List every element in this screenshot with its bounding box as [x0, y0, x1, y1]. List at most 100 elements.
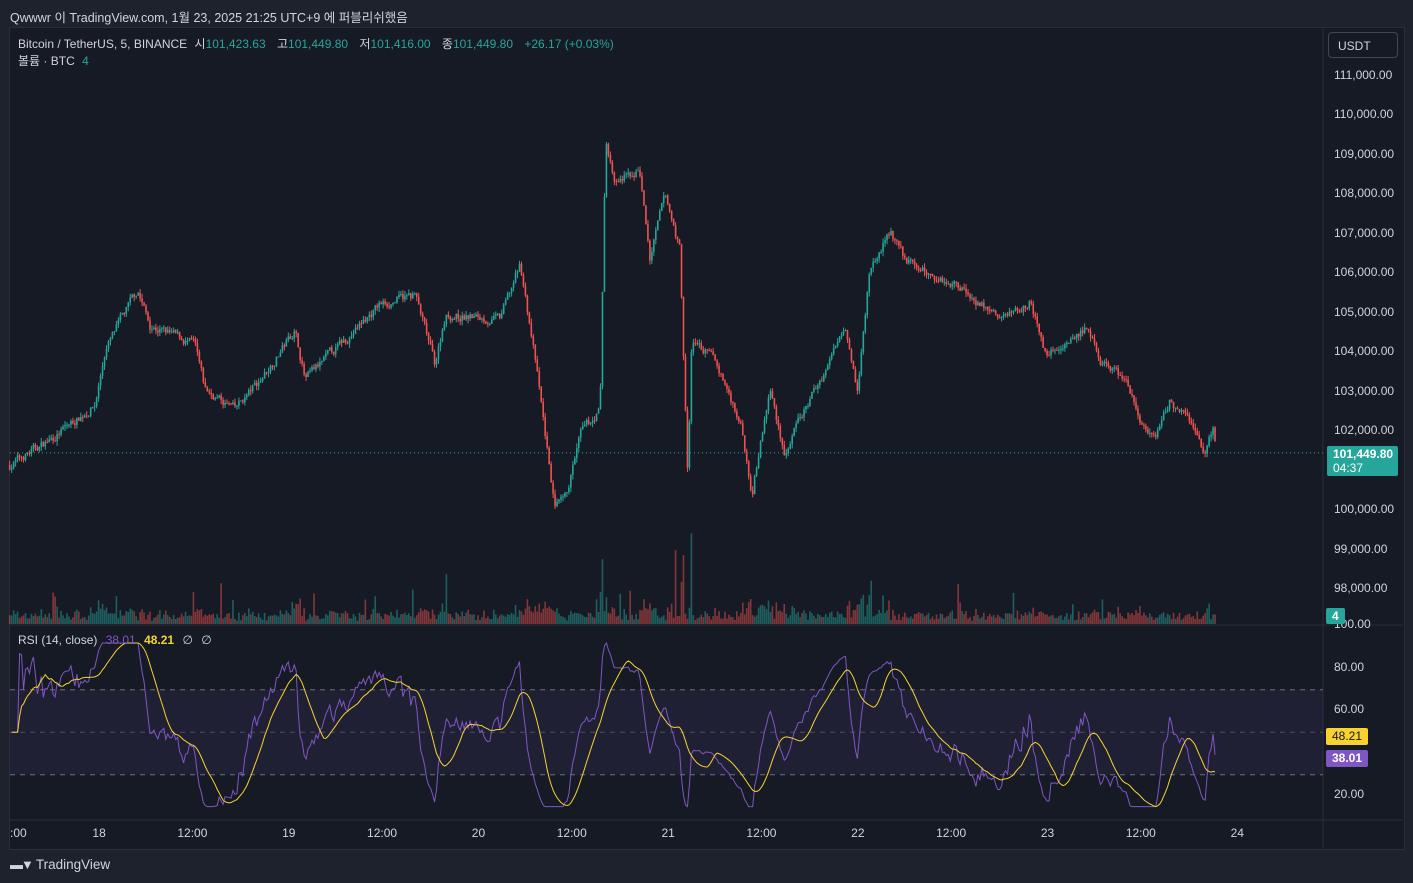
volume-bar	[281, 613, 284, 624]
candle-body	[1180, 410, 1183, 412]
candle-body	[315, 364, 317, 370]
candle-body	[927, 273, 930, 275]
candle-body	[10, 467, 13, 470]
volume-bar	[508, 614, 511, 624]
candle-body	[155, 327, 157, 331]
candle-body	[824, 370, 827, 376]
candle-body	[257, 382, 260, 386]
candle-body	[1018, 309, 1021, 312]
volume-bar	[206, 615, 209, 624]
candle-body	[378, 302, 380, 308]
candle-body	[228, 403, 230, 405]
candle-body	[1113, 367, 1116, 369]
candle-body	[979, 302, 981, 306]
candle-body	[178, 331, 181, 339]
candle-body	[1093, 338, 1096, 344]
volume-bar	[1208, 603, 1210, 624]
candle-body	[915, 264, 918, 268]
candle-body	[872, 261, 874, 268]
volume-bar	[1040, 611, 1042, 624]
currency-button[interactable]: USDT	[1328, 32, 1398, 58]
volume-bar	[832, 617, 835, 624]
volume-bar	[30, 613, 33, 624]
rsi-band	[10, 689, 1323, 775]
candle-body	[935, 279, 938, 281]
rsi-axis-label: 20.00	[1334, 787, 1365, 801]
candle-body	[864, 315, 867, 332]
candle-body	[1073, 337, 1076, 339]
chart-canvas[interactable]	[0, 0, 1413, 883]
candle-body	[609, 155, 612, 162]
candle-body	[332, 351, 335, 355]
volume-bar	[477, 615, 479, 624]
candle-body	[738, 417, 740, 422]
volume-bar	[838, 613, 841, 624]
tradingview-logo[interactable]: ▬▼ TradingView	[10, 857, 110, 872]
volume-bar	[1083, 613, 1086, 624]
volume-bar	[453, 619, 456, 624]
candle-body	[301, 360, 303, 364]
candle-body	[589, 422, 592, 424]
rsi-legend[interactable]: RSI (14, close) 38.01 48.21 ∅ ∅	[18, 633, 212, 647]
volume-bar	[900, 619, 902, 624]
volume-bar	[1077, 611, 1080, 624]
candle-body	[767, 397, 770, 411]
volume-bar	[354, 616, 357, 624]
candle-body	[749, 476, 752, 491]
candle-body	[552, 482, 554, 494]
volume-bar	[1075, 619, 1078, 624]
volume-bar	[560, 615, 562, 624]
volume-bar	[653, 608, 655, 624]
volume-bar	[617, 615, 620, 624]
volume-bar	[461, 611, 463, 624]
volume-bar	[469, 614, 471, 624]
candle-body	[1174, 407, 1177, 409]
candle-body	[973, 298, 975, 301]
volume-bar	[892, 609, 894, 624]
candle-body	[844, 330, 847, 332]
volume-bar	[1020, 614, 1023, 624]
volume-bar	[50, 618, 52, 624]
candle-body	[977, 302, 979, 306]
candle-body	[605, 144, 608, 197]
volume-bar	[668, 611, 671, 624]
price-axis-label: 98,000.00	[1334, 580, 1388, 595]
symbol-name[interactable]: Bitcoin / TetherUS, 5, BINANCE	[18, 37, 187, 51]
volume-bar	[522, 614, 525, 624]
volume-bar	[779, 610, 782, 624]
candle-body	[1115, 367, 1118, 369]
candle-body	[1166, 409, 1169, 412]
candle-body	[309, 370, 311, 372]
volume-bar	[726, 618, 728, 624]
volume-bar	[583, 616, 586, 624]
candle-body	[965, 288, 967, 293]
volume-bar	[834, 617, 837, 624]
candle-body	[188, 337, 191, 341]
candle-body	[172, 330, 175, 332]
candle-body	[925, 271, 928, 275]
volume-bar	[1036, 615, 1039, 624]
candle-body	[619, 179, 622, 182]
volume-bar	[844, 617, 847, 624]
candle-body	[765, 410, 768, 420]
candle-body	[496, 313, 499, 315]
candle-body	[1062, 348, 1064, 350]
volume-bar	[370, 614, 373, 624]
volume-bar	[368, 619, 371, 624]
volume-bar	[898, 614, 900, 624]
candle-body	[740, 421, 742, 424]
volume-bar	[605, 597, 608, 624]
volume-bar	[68, 616, 70, 624]
volume-bar	[362, 614, 365, 624]
candle-body	[702, 349, 705, 354]
volume-bar	[93, 613, 96, 624]
volume-bar	[738, 616, 740, 624]
candle-body	[485, 321, 487, 324]
volume-legend[interactable]: 볼륨 · BTC 4	[18, 52, 89, 69]
candle-body	[1068, 342, 1070, 344]
candle-countdown: 04:37	[1333, 461, 1364, 475]
candle-body	[868, 274, 871, 293]
volume-bar	[198, 610, 201, 624]
volume-bar	[431, 609, 434, 624]
candle-body	[676, 236, 679, 240]
